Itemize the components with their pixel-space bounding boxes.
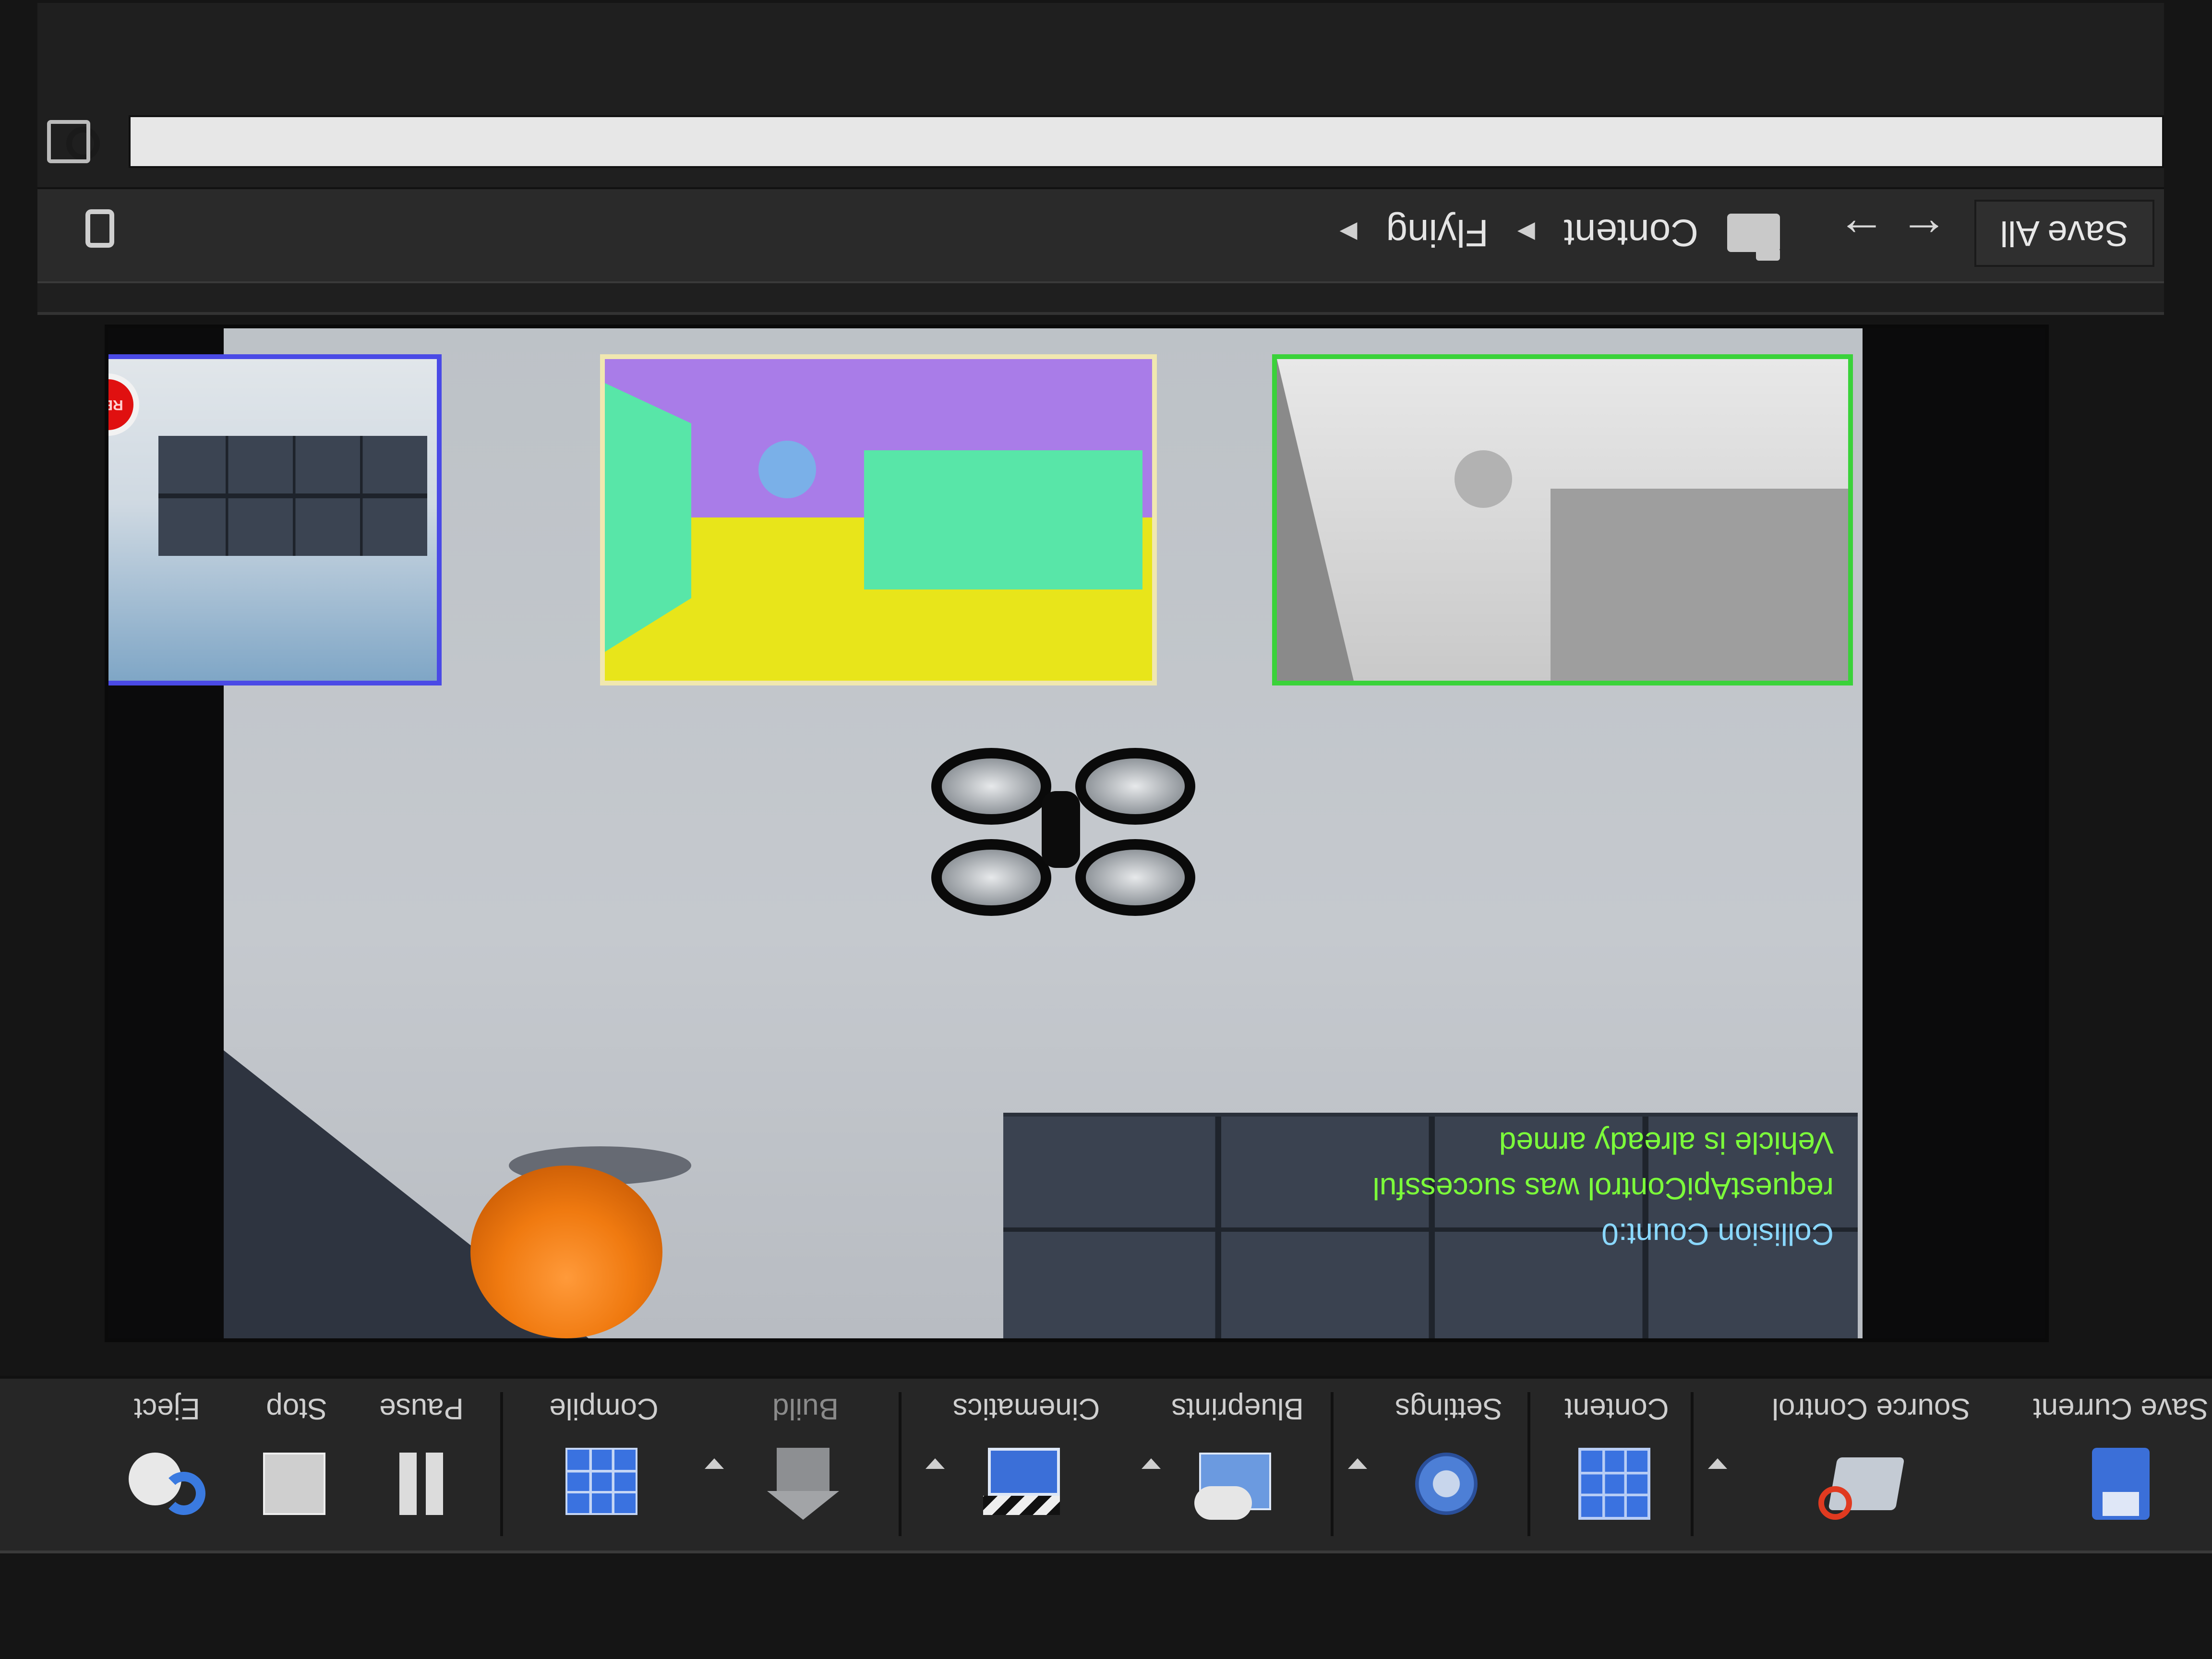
seg-sphere — [758, 441, 816, 498]
seg-block — [864, 450, 1142, 589]
blueprints-dropdown-arrow[interactable] — [1142, 1458, 1161, 1469]
depth-sphere — [1455, 450, 1512, 508]
scene-subwindow — [105, 354, 442, 685]
breadcrumb: Content ▶ Flying ▶ — [1340, 211, 1780, 255]
hud-collision-count: Collision Count:0 — [1601, 1217, 1834, 1251]
content-grid-icon — [1569, 1438, 1665, 1525]
drone-rotor — [1075, 839, 1195, 916]
forward-arrow-icon[interactable]: → — [1823, 208, 1886, 262]
source-control-button[interactable]: Source Control — [1772, 1387, 1971, 1536]
depth-subwindow — [1272, 354, 1853, 685]
eject-label: Eject — [134, 1392, 200, 1425]
content-button[interactable]: Content — [1545, 1387, 1689, 1536]
stop-label: Stop — [266, 1392, 327, 1425]
toolbar-separator — [899, 1392, 902, 1536]
content-label: Content — [1564, 1392, 1669, 1425]
breadcrumb-flying[interactable]: Flying — [1386, 211, 1488, 255]
save-current-button[interactable]: Save Current — [2033, 1387, 2209, 1536]
depth-block — [1551, 489, 1848, 681]
eject-icon — [119, 1438, 215, 1525]
scene-block — [158, 436, 427, 556]
viewport-dark-edge-left — [1863, 328, 2045, 1338]
game-viewport[interactable]: Collision Count:0 requestApiControl was … — [105, 325, 2049, 1342]
compile-cubes-icon — [556, 1438, 652, 1525]
build-button[interactable]: Build — [733, 1387, 878, 1536]
stop-icon — [249, 1438, 345, 1525]
hud-vehicle-armed: Vehicle is already armed — [1499, 1126, 1834, 1160]
drone-rotor — [931, 839, 1051, 916]
source-control-dropdown-arrow[interactable] — [1708, 1458, 1727, 1469]
cinematics-dropdown-arrow[interactable] — [926, 1458, 945, 1469]
build-label: Build — [772, 1392, 839, 1425]
pause-icon — [373, 1438, 469, 1525]
floppy-disk-icon — [2073, 1438, 2169, 1525]
history-nav: ←→ — [1823, 207, 1948, 262]
settings-label: Settings — [1395, 1392, 1503, 1425]
content-browser-navbar: Save All ←→ Content ▶ Flying ▶ — [37, 187, 2164, 283]
eject-button[interactable]: Eject — [95, 1387, 239, 1536]
drone-rotor — [1075, 748, 1195, 825]
blueprints-label: Blueprints — [1171, 1392, 1304, 1425]
breadcrumb-chevron-icon[interactable]: ▶ — [1517, 219, 1535, 246]
build-dropdown-arrow[interactable] — [705, 1458, 724, 1469]
main-toolbar: Save Current Source Control Content Sett… — [0, 1376, 2212, 1553]
depth-wall — [1277, 359, 1354, 681]
toolbar-separator — [1331, 1392, 1334, 1536]
breadcrumb-chevron-icon[interactable]: ▶ — [1340, 219, 1358, 246]
drone-rotor — [931, 748, 1051, 825]
save-current-label: Save Current — [2033, 1392, 2209, 1425]
drone-body — [1042, 791, 1080, 868]
cinematics-label: Cinematics — [952, 1392, 1100, 1425]
toolbar-separator — [1527, 1392, 1530, 1536]
content-browser-panel: Save All ←→ Content ▶ Flying ▶ — [37, 3, 2164, 315]
compile-label: Compile — [549, 1392, 659, 1425]
record-label: REC — [105, 397, 123, 413]
cinematics-button[interactable]: Cinematics — [952, 1387, 1100, 1536]
editor-screen: Save Current Source Control Content Sett… — [0, 0, 2212, 1659]
breadcrumb-content[interactable]: Content — [1564, 211, 1698, 255]
lock-icon[interactable] — [85, 209, 114, 248]
folder-icon — [1727, 214, 1780, 252]
toolbar-separator — [500, 1392, 503, 1536]
blueprints-button[interactable]: Blueprints — [1166, 1387, 1310, 1536]
source-control-icon — [1818, 1438, 1919, 1525]
orange-sphere-object — [470, 1166, 662, 1338]
search-input[interactable] — [129, 115, 2164, 168]
seg-wall — [605, 383, 691, 652]
hud-messages: Collision Count:0 requestApiControl was … — [1373, 1120, 1834, 1257]
compile-button[interactable]: Compile — [532, 1387, 676, 1536]
pause-button[interactable]: Pause — [349, 1387, 493, 1536]
toolbar-separator — [1691, 1392, 1694, 1536]
pause-label: Pause — [379, 1392, 464, 1425]
scene-sphere — [105, 436, 106, 489]
stop-button[interactable]: Stop — [225, 1387, 369, 1536]
settings-dropdown-arrow[interactable] — [1348, 1458, 1367, 1469]
blueprints-icon — [1190, 1438, 1286, 1525]
build-house-icon — [757, 1438, 854, 1525]
segmentation-subwindow — [600, 354, 1157, 685]
settings-button[interactable]: Settings — [1377, 1387, 1521, 1536]
hud-request-api-control: requestApiControl was successful — [1372, 1171, 1834, 1206]
search-row — [37, 110, 2164, 168]
clapperboard-icon — [978, 1438, 1074, 1525]
quadcopter-drone — [926, 748, 1195, 916]
save-search-icon[interactable] — [47, 120, 90, 163]
back-arrow-icon[interactable]: ← — [1886, 208, 1948, 262]
source-control-label: Source Control — [1772, 1392, 1971, 1425]
settings-gear-icon — [1401, 1438, 1497, 1525]
save-all-button[interactable]: Save All — [1974, 200, 2154, 267]
